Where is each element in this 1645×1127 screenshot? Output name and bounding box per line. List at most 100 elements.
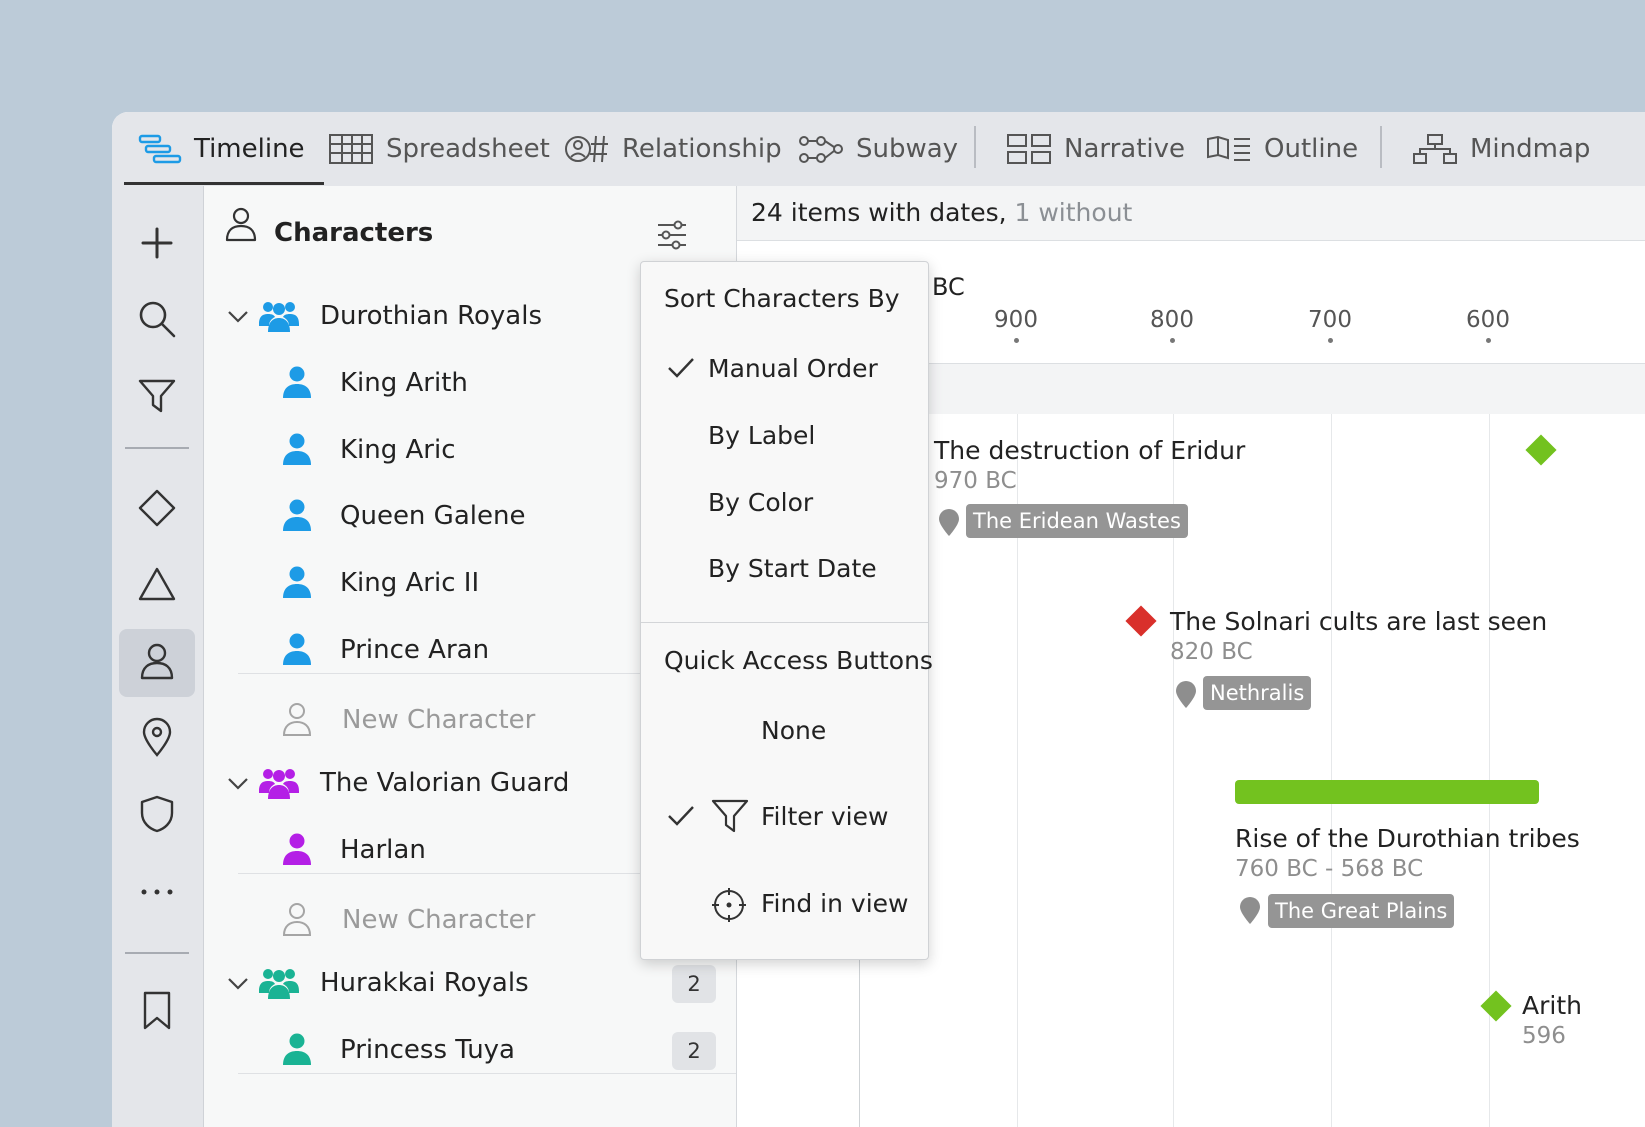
tab-label: Timeline <box>194 134 305 164</box>
subway-icon <box>798 132 844 166</box>
shield-icon <box>140 795 174 837</box>
chevron-down-icon[interactable] <box>226 304 250 332</box>
group-label: The Valorian Guard <box>320 768 570 798</box>
more-icon <box>140 881 174 900</box>
rail-divider <box>125 952 189 954</box>
axis-tick-label: 900 <box>994 307 1038 333</box>
count-badge: 2 <box>672 965 716 1003</box>
tab-narrative[interactable]: Narrative <box>1006 112 1185 186</box>
menu-item-filter-view[interactable]: Filter view <box>641 790 928 846</box>
menu-item-by-color[interactable]: By Color <box>641 476 928 532</box>
event-diamond-marker[interactable] <box>1480 990 1512 1022</box>
bookmark-button[interactable] <box>119 979 195 1047</box>
axis-tick-mark <box>1328 338 1333 343</box>
status-bar: 24 items with dates, 1 without <box>737 186 1645 241</box>
menu-item-label: Filter view <box>761 802 889 831</box>
character-label: Harlan <box>340 835 426 865</box>
mindmap-icon <box>1412 133 1458 165</box>
tab-subway[interactable]: Subway <box>798 112 958 186</box>
filter-button[interactable] <box>119 364 195 432</box>
dated-items-count: 24 items with dates, <box>751 198 1007 227</box>
person-outline-icon <box>282 902 312 942</box>
person-icon <box>282 565 312 605</box>
event-diamond-marker[interactable] <box>1525 434 1557 466</box>
menu-item-none[interactable]: None <box>641 704 928 760</box>
location-pin-icon <box>1175 681 1197 713</box>
groups-button[interactable] <box>119 782 195 850</box>
location-tag[interactable]: The Great Plains <box>1268 894 1455 928</box>
locations-button[interactable] <box>119 705 195 773</box>
axis-tick-mark <box>1486 338 1491 343</box>
outline-icon <box>1206 134 1252 164</box>
row-divider <box>238 1073 736 1074</box>
axis-tick-label: 800 <box>1150 307 1194 333</box>
character-label: King Aric II <box>340 568 480 598</box>
location-tag[interactable]: The Eridean Wastes <box>966 504 1188 538</box>
tab-label: Subway <box>856 134 959 164</box>
timeline-icon <box>138 133 182 165</box>
settings-sliders-icon[interactable] <box>656 220 688 254</box>
chevron-down-icon[interactable] <box>226 771 250 799</box>
event-title: Rise of the Durothian tribes <box>1235 824 1580 853</box>
event-title: The Solnari cults are last seen <box>1170 607 1548 636</box>
group-label: Hurakkai Royals <box>320 968 529 998</box>
sort-options-menu: Sort Characters By Manual Order By Label… <box>640 261 933 960</box>
event-span-bar[interactable] <box>1235 780 1539 804</box>
tab-timeline[interactable]: Timeline <box>138 112 305 186</box>
search-button[interactable] <box>119 287 195 355</box>
person-icon <box>282 432 312 472</box>
count-badge: 2 <box>672 1032 716 1070</box>
view-tab-bar: Timeline Spreadsheet Relationship Subway <box>112 112 1645 186</box>
chevron-down-icon[interactable] <box>226 971 250 999</box>
characters-button[interactable] <box>119 629 195 697</box>
tab-relationship[interactable]: Relationship <box>564 112 782 186</box>
person-icon <box>282 365 312 405</box>
gridline <box>1173 364 1174 1127</box>
character-label: King Aric <box>340 435 456 465</box>
event-date: 760 BC - 568 BC <box>1235 856 1424 882</box>
axis-tick-label: 600 <box>1466 307 1510 333</box>
menu-item-label: Manual Order <box>708 354 878 383</box>
menu-item-by-label[interactable]: By Label <box>641 409 928 465</box>
gridline <box>1017 364 1018 1127</box>
location-pin-icon <box>1239 897 1261 929</box>
undated-items-link[interactable]: 1 without <box>1015 198 1133 227</box>
crosshair-icon <box>711 887 747 927</box>
add-button[interactable] <box>119 211 195 279</box>
location-tag[interactable]: Nethralis <box>1203 676 1312 710</box>
tab-label: Mindmap <box>1470 134 1591 164</box>
filter-icon <box>711 798 749 838</box>
character-row[interactable]: Princess Tuya 2 <box>204 1016 736 1086</box>
event-diamond-marker[interactable] <box>1125 605 1157 637</box>
menu-item-label: By Color <box>708 488 814 517</box>
rail-divider <box>125 447 189 449</box>
tab-spreadsheet[interactable]: Spreadsheet <box>328 112 550 186</box>
arcs-button[interactable] <box>119 552 195 620</box>
menu-item-manual-order[interactable]: Manual Order <box>641 342 928 398</box>
tab-label: Relationship <box>622 134 782 164</box>
person-icon <box>282 832 312 872</box>
person-icon <box>139 642 175 684</box>
menu-item-label: None <box>761 716 827 745</box>
more-button[interactable] <box>119 856 195 924</box>
axis-tick-mark <box>1170 338 1175 343</box>
menu-item-label: By Label <box>708 421 816 450</box>
location-pin-icon <box>938 509 960 541</box>
tab-outline[interactable]: Outline <box>1206 112 1358 186</box>
group-icon <box>258 965 300 1005</box>
tab-separator <box>974 126 976 168</box>
axis-tick-label: 700 <box>1308 307 1352 333</box>
new-character-label: New Character <box>342 705 536 735</box>
event-title: Arith <box>1522 991 1582 1020</box>
event-date: 820 BC <box>1170 639 1253 665</box>
tab-mindmap[interactable]: Mindmap <box>1412 112 1590 186</box>
menu-item-by-start-date[interactable]: By Start Date <box>641 542 928 598</box>
tab-separator <box>1380 126 1382 168</box>
person-icon <box>282 1032 312 1072</box>
character-label: King Arith <box>340 368 468 398</box>
person-icon <box>224 206 258 246</box>
quick-access-heading: Quick Access Buttons <box>664 646 933 675</box>
events-button[interactable] <box>119 476 195 544</box>
menu-item-find-in-view[interactable]: Find in view <box>641 877 928 933</box>
character-label: Princess Tuya <box>340 1035 515 1065</box>
